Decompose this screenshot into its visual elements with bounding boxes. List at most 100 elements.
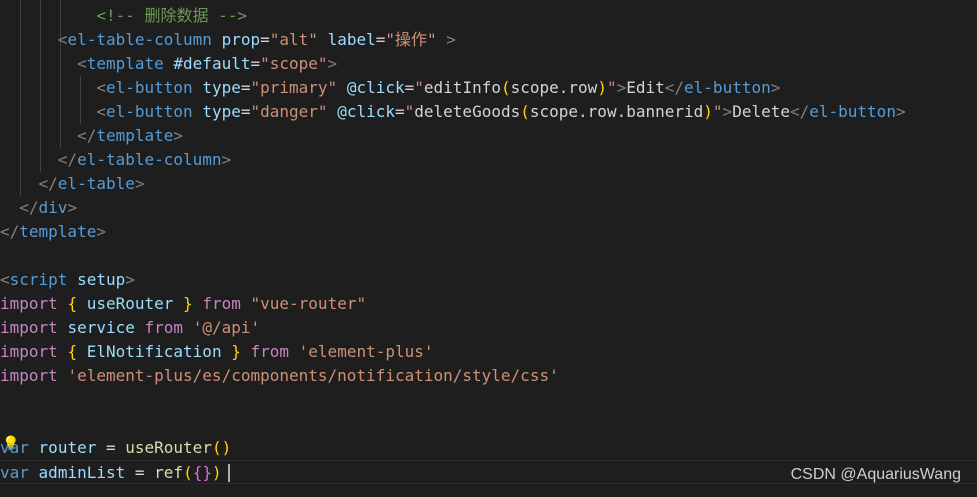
code-token: = [260, 30, 270, 49]
code-token: " [404, 102, 415, 121]
code-editor[interactable]: <!-- 删除数据 --> <el-table-column prop="alt… [0, 0, 977, 497]
code-token: > [221, 150, 232, 169]
code-token: "vue-router" [250, 294, 367, 313]
code-token: = [250, 54, 261, 73]
code-token: < [96, 78, 106, 97]
code-token: @click [337, 102, 395, 121]
code-line[interactable]: <el-table-column prop="alt" label="操作" > [0, 28, 977, 52]
code-token: ( [500, 78, 511, 97]
code-line[interactable]: import { useRouter } from "vue-router" [0, 292, 977, 316]
code-token: type [202, 78, 241, 97]
code-token: editInfo [423, 78, 501, 97]
code-token: ) [221, 438, 232, 457]
code-token: el-button [684, 78, 771, 97]
code-line[interactable] [0, 412, 977, 436]
code-token: '@/api' [192, 318, 261, 337]
code-token: prop [221, 30, 261, 49]
code-token: #default [173, 54, 251, 73]
code-token: Delete [732, 102, 790, 121]
code-token: useRouter [77, 294, 184, 313]
code-token: el-button [105, 78, 193, 97]
code-line[interactable] [0, 244, 977, 268]
code-token: template [96, 126, 174, 145]
code-token: 'element-plus' [298, 342, 434, 361]
code-line[interactable] [0, 388, 977, 412]
code-line[interactable]: </template> [0, 220, 977, 244]
code-token: from [202, 294, 241, 313]
code-token: < [57, 30, 68, 49]
code-token: } [231, 342, 241, 361]
code-token: } [202, 463, 212, 482]
code-token: el-button [105, 102, 193, 121]
code-token: ( [211, 438, 222, 457]
code-token: </ [38, 174, 58, 193]
code-line[interactable]: var router = useRouter() [0, 436, 977, 460]
code-token: > [125, 270, 135, 289]
code-token: > [722, 102, 733, 121]
code-token: router [38, 438, 97, 457]
code-token: ) [703, 102, 713, 121]
code-token: el-table-column [67, 30, 212, 49]
code-line[interactable]: <!-- 删除数据 --> [0, 4, 977, 28]
code-token: 'element-plus/es/components/notification… [67, 366, 559, 385]
code-line[interactable]: <template #default="scope"> [0, 52, 977, 76]
code-token: > [173, 126, 184, 145]
code-token: scope.row [510, 78, 598, 97]
code-line[interactable]: </template> [0, 124, 977, 148]
code-token: " [414, 78, 424, 97]
code-token: template [86, 54, 164, 73]
code-token: "primary" [250, 78, 338, 97]
code-token: Edit [626, 78, 665, 97]
lightbulb-icon[interactable]: 💡 [2, 436, 19, 452]
code-line[interactable]: </el-table> [0, 172, 977, 196]
code-token: < [96, 102, 106, 121]
code-token: import [0, 318, 58, 337]
code-token: </ [0, 222, 20, 241]
code-token: ( [520, 102, 530, 121]
code-token: { [67, 342, 78, 361]
code-line[interactable]: import { ElNotification } from 'element-… [0, 340, 977, 364]
code-line[interactable]: import service from '@/api' [0, 316, 977, 340]
code-token: } [183, 294, 193, 313]
code-line[interactable]: <el-button type="danger" @click="deleteG… [0, 100, 977, 124]
code-token: import [0, 366, 58, 385]
code-token: script [9, 270, 68, 289]
code-line[interactable]: </div> [0, 196, 977, 220]
code-token: </ [57, 150, 78, 169]
code-line[interactable]: import 'element-plus/es/components/notif… [0, 364, 977, 388]
code-token: import [0, 342, 58, 361]
code-line[interactable]: <el-button type="primary" @click="editIn… [0, 76, 977, 100]
code-token: from [144, 318, 184, 337]
code-line[interactable]: </el-table-column> [0, 148, 977, 172]
code-token: type [202, 102, 241, 121]
code-token: ( [183, 463, 193, 482]
code-token: > [895, 102, 906, 121]
code-token: var [0, 463, 29, 482]
code-token: "scope" [260, 54, 328, 73]
watermark: CSDN @AquariusWang [790, 466, 961, 483]
code-token: "alt" [269, 30, 318, 49]
code-line[interactable]: <script setup> [0, 268, 977, 292]
